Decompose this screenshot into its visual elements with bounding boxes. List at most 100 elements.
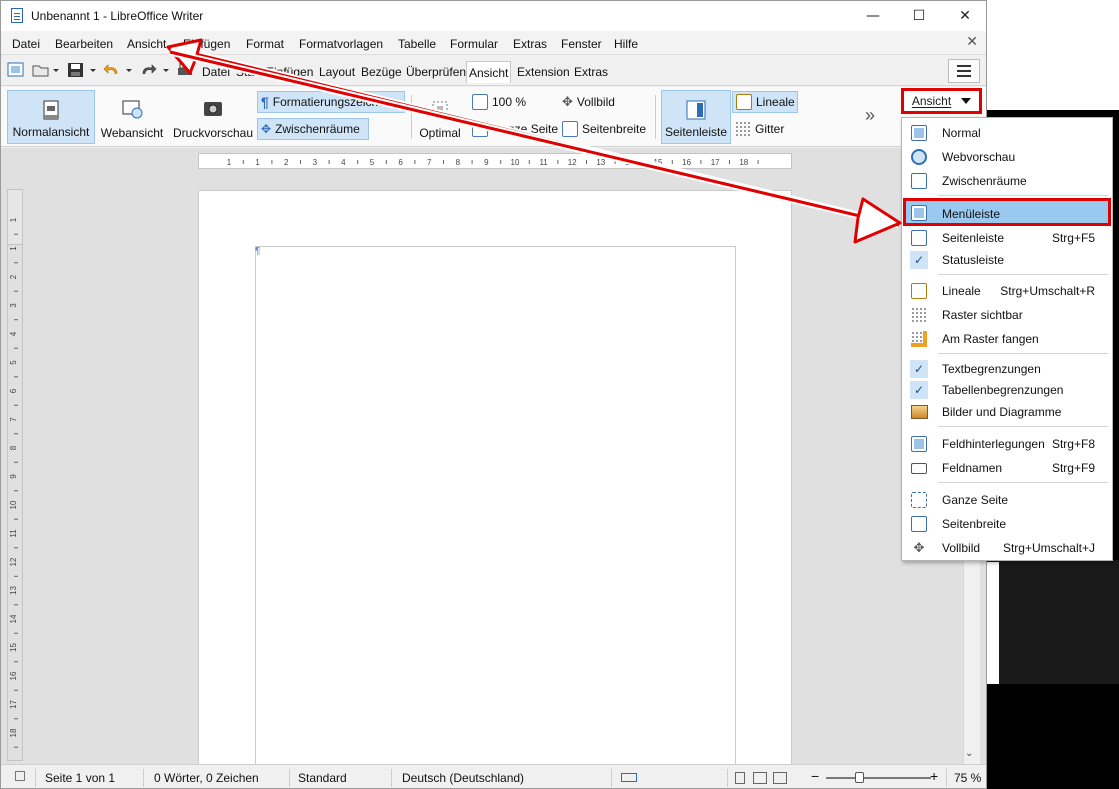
seitenbreite-button[interactable]: Seitenbreite — [559, 118, 649, 140]
menu-item-feldnamen[interactable]: Feldnamen Strg+F9 — [903, 456, 1111, 480]
zoom-100-icon — [472, 94, 488, 110]
tab-ansicht[interactable]: Ansicht — [466, 61, 512, 83]
sidebar-icon — [685, 99, 707, 121]
seitenleiste-button[interactable]: Seitenleiste — [661, 90, 731, 144]
status-separator — [391, 769, 392, 787]
tab-layout[interactable]: Layout — [317, 61, 357, 83]
scroll-down-arrow-icon[interactable]: ⌄ — [965, 748, 973, 759]
globe-icon — [910, 148, 928, 166]
menu-tabelle[interactable]: Tabelle — [398, 37, 436, 51]
ganze-seite-button[interactable]: Ganze Seite — [469, 118, 561, 140]
maximize-button[interactable]: ☐ — [896, 1, 942, 31]
new-document-icon[interactable] — [7, 62, 25, 78]
tab-extension[interactable]: Extension — [515, 61, 572, 83]
menu-item-zwischenraeume[interactable]: Zwischenräume — [903, 169, 1111, 193]
menu-formatvorlagen[interactable]: Formatvorlagen — [299, 37, 383, 51]
gitter-button[interactable]: Gitter — [732, 118, 787, 140]
more-chevron-icon[interactable]: » — [865, 105, 875, 126]
status-separator — [611, 769, 612, 787]
status-words[interactable]: 0 Wörter, 0 Zeichen — [154, 771, 259, 785]
print-icon[interactable] — [177, 62, 195, 78]
menu-bearbeiten[interactable]: Bearbeiten — [55, 37, 113, 51]
tab-ueberpruefen[interactable]: Überprüfen — [404, 61, 468, 83]
tab-start[interactable]: Start — [234, 61, 263, 83]
tab-datei[interactable]: Datei — [200, 61, 232, 83]
zoom-out-button[interactable]: − — [811, 768, 819, 784]
menu-item-feldhinterlegungen[interactable]: Feldhinterlegungen Strg+F8 — [903, 432, 1111, 456]
book-view-icon[interactable] — [773, 772, 787, 784]
status-page[interactable]: Seite 1 von 1 — [45, 771, 115, 785]
menu-datei[interactable]: Datei — [12, 37, 40, 51]
zoom-slider[interactable] — [826, 777, 931, 779]
menu-einfuegen[interactable]: Einfügen — [183, 37, 230, 51]
druckvorschau-button[interactable]: Druckvorschau — [171, 90, 255, 144]
formatierungszeichen-button[interactable]: ¶ Formatierungszeichen — [257, 91, 405, 113]
hamburger-menu-button[interactable] — [948, 59, 980, 83]
zoom-level[interactable]: 75 % — [954, 771, 981, 785]
zoom-in-button[interactable]: + — [930, 768, 938, 784]
menu-item-normal[interactable]: Normal — [903, 121, 1111, 145]
title-bar: Unbenannt 1 - LibreOffice Writer — ☐ ✕ — [1, 1, 986, 31]
tab-einfuegen[interactable]: Einfügen — [264, 61, 315, 83]
close-window-button[interactable]: ✕ — [942, 1, 986, 31]
webansicht-button[interactable]: Webansicht — [97, 90, 167, 144]
background-region — [987, 0, 1119, 110]
paragraph-mark: ¶ — [255, 246, 261, 257]
menu-item-lineale[interactable]: Lineale Strg+Umschalt+R — [903, 279, 1111, 303]
status-bar: Seite 1 von 1 0 Wörter, 0 Zeichen Standa… — [1, 764, 986, 788]
menu-hilfe[interactable]: Hilfe — [614, 37, 638, 51]
seitenleiste-label: Seitenleiste — [664, 125, 728, 139]
multi-page-view-icon[interactable] — [753, 772, 767, 784]
minimize-button[interactable]: — — [850, 1, 896, 31]
chevron-down-icon[interactable] — [88, 62, 98, 78]
status-language[interactable]: Deutsch (Deutschland) — [402, 771, 524, 785]
menu-item-raster-sichtbar[interactable]: Raster sichtbar — [903, 303, 1111, 327]
close-document-icon[interactable]: ✕ — [966, 34, 978, 50]
menu-item-menueleiste[interactable]: Menüleiste — [903, 198, 1111, 226]
chevron-down-icon[interactable] — [124, 62, 134, 78]
lineale-button[interactable]: Lineale — [732, 91, 798, 113]
lineale-label: Lineale — [756, 95, 795, 109]
single-page-view-icon[interactable] — [735, 772, 745, 784]
zoom-100-button[interactable]: 100 % — [469, 91, 529, 113]
menu-ansicht[interactable]: Ansicht — [127, 37, 166, 51]
chevron-down-icon[interactable] — [161, 62, 171, 78]
chevron-down-icon[interactable] — [51, 62, 61, 78]
optimal-zoom-button[interactable]: Optimal — [414, 90, 466, 144]
menu-item-seitenbreite[interactable]: Seitenbreite — [903, 512, 1111, 536]
undo-icon[interactable] — [103, 62, 121, 78]
ruler-tick-label: 9 — [9, 474, 18, 479]
menu-extras[interactable]: Extras — [513, 37, 547, 51]
status-page-style[interactable]: Standard — [298, 771, 347, 785]
tab-bezuege[interactable]: Bezüge — [359, 61, 404, 83]
vertical-ruler[interactable]: 1 1 2 3 4 5 6 7 8 9 10 11 12 13 14 15 16 17 18 — [7, 189, 23, 761]
menu-item-vollbild[interactable]: ✥ Vollbild Strg+Umschalt+J — [903, 536, 1111, 560]
redo-icon[interactable] — [139, 62, 157, 78]
menu-item-am-raster-fangen[interactable]: Am Raster fangen — [903, 327, 1111, 351]
check-icon: ✓ — [910, 251, 928, 269]
menu-item-ganze-seite[interactable]: Ganze Seite — [903, 488, 1111, 512]
menu-format[interactable]: Format — [246, 37, 284, 51]
menu-fenster[interactable]: Fenster — [561, 37, 602, 51]
menu-item-webvorschau[interactable]: Webvorschau — [903, 145, 1111, 169]
menu-formular[interactable]: Formular — [450, 37, 498, 51]
ansicht-dropdown-button[interactable]: Ansicht — [901, 88, 982, 114]
horizontal-ruler[interactable]: 1 1 2 3 4 5 6 7 8 9 10 11 12 13 14 15 16 17 18 — [198, 153, 792, 169]
normalansicht-button[interactable]: Normalansicht — [7, 90, 95, 144]
menu-item-bilder-und-diagramme[interactable]: Bilder und Diagramme — [903, 400, 1111, 424]
open-folder-icon[interactable] — [32, 62, 50, 78]
ruler-tick-label: 7 — [9, 417, 18, 422]
check-icon: ✓ — [910, 381, 928, 399]
menu-item-label: Statusleiste — [942, 253, 1005, 267]
zwischenraeume-button[interactable]: ✥ Zwischenräume — [257, 118, 369, 140]
tab-extras[interactable]: Extras — [572, 61, 610, 83]
selection-mode-icon[interactable] — [621, 773, 637, 782]
vollbild-button[interactable]: ✥ Vollbild — [559, 91, 618, 113]
check-icon: ✓ — [910, 360, 928, 378]
zoom-slider-knob[interactable] — [855, 772, 864, 783]
menu-item-statusleiste[interactable]: ✓ Statusleiste — [903, 248, 1111, 272]
save-icon[interactable] — [67, 62, 85, 78]
menu-item-seitenleiste[interactable]: Seitenleiste Strg+F5 — [903, 226, 1111, 250]
menu-item-tabellenbegrenzungen[interactable]: ✓ Tabellenbegrenzungen — [903, 378, 1111, 402]
ruler-tick-label: 11 — [9, 529, 18, 538]
